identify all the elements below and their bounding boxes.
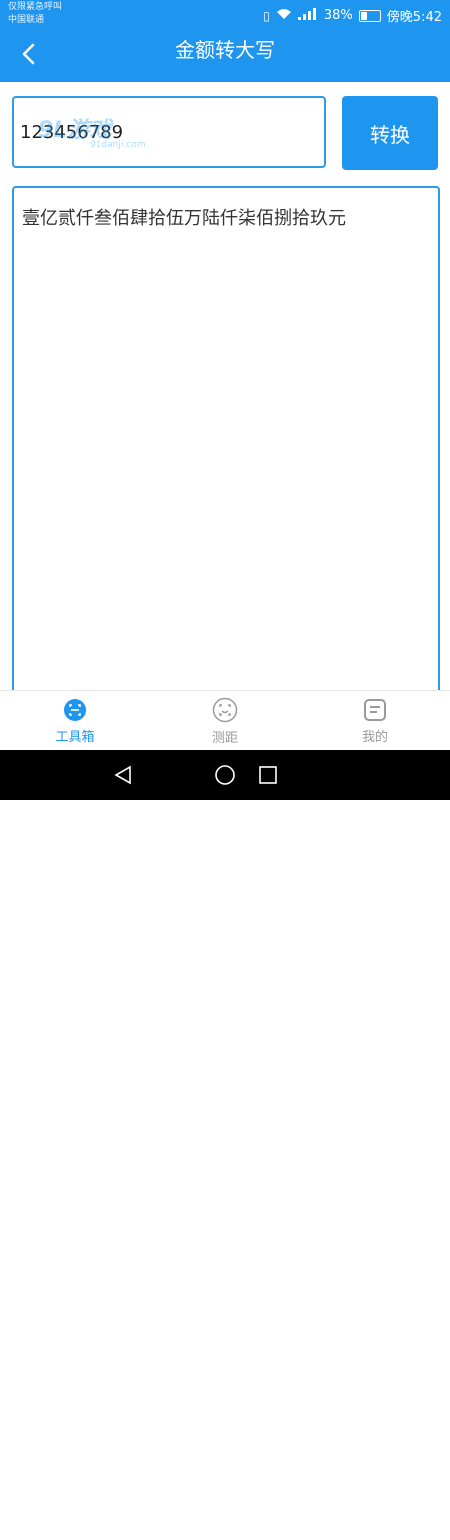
vibrate-icon: ▯: [263, 8, 270, 23]
battery-percent: 38%: [323, 8, 353, 23]
page-title: 金额转大写: [175, 38, 275, 62]
carrier-line-emergency: 仅限紧急呼叫: [8, 2, 63, 12]
battery-icon: [358, 9, 381, 22]
profile-icon: [364, 698, 386, 721]
tab-ranging[interactable]: 测距: [150, 691, 300, 751]
app-header: 金额转大写: [0, 30, 450, 82]
system-nav-bar: 9L游戏 91danji.com: [0, 750, 450, 1540]
clock: 傍晚5:42: [386, 10, 442, 25]
result-output[interactable]: 壹亿贰仟叁佰肆拾伍万陆仟柒佰捌拾玖元: [12, 186, 440, 696]
watermark-logo: 9L游戏 91danji.com: [362, 1502, 442, 1540]
result-text: 壹亿贰仟叁佰肆拾伍万陆仟柒佰捌拾玖元: [22, 208, 346, 229]
wifi-icon: [276, 8, 292, 23]
tab-profile-label: 我的: [361, 729, 388, 745]
carrier-info: 仅限紧急呼叫 中国联通: [8, 1, 62, 27]
toolbox-icon: [64, 698, 86, 721]
tab-toolbox-label: 工具箱: [55, 729, 95, 745]
ranging-icon: [212, 697, 238, 722]
signal-icon: [297, 8, 318, 23]
nav-recent-icon[interactable]: [258, 765, 278, 785]
tab-toolbox[interactable]: 工具箱: [0, 691, 150, 751]
watermark-url: 91danji.com: [368, 1527, 436, 1540]
watermark-overlay: 9L游戏 91danji.com: [38, 112, 145, 150]
nav-home-icon[interactable]: [214, 764, 236, 786]
convert-button[interactable]: 转换: [342, 96, 438, 170]
nav-back-icon[interactable]: [113, 765, 133, 785]
watermark-overlay-url: 91danji.com: [90, 140, 146, 150]
tab-profile[interactable]: 我的: [300, 691, 450, 751]
tab-ranging-label: 测距: [211, 730, 238, 746]
status-indicators: ▯ 38% 傍晚5:42: [263, 6, 442, 25]
status-bar: 仅限紧急呼叫 中国联通 ▯ 38% 傍晚5:42: [0, 0, 450, 30]
bottom-tab-bar: 工具箱 测距 我的: [0, 690, 450, 751]
carrier-line-operator: 中国联通: [8, 15, 45, 25]
watermark-brand: 9L游戏: [362, 1501, 442, 1529]
